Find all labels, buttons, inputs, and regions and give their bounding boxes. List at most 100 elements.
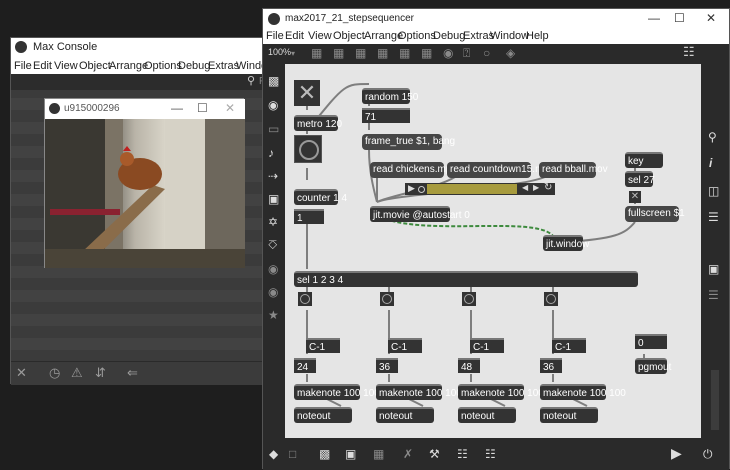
maximize-icon[interactable]: ☐ (197, 101, 208, 115)
info-icon[interactable]: i (709, 156, 712, 170)
lock-icon[interactable]: ◆ (269, 447, 278, 461)
align-icon[interactable]: ▦ (377, 46, 388, 60)
metro-object[interactable]: metro 120 (294, 115, 342, 131)
pitch-box-4[interactable]: 36 (540, 358, 562, 373)
menu-debug[interactable]: Debug (433, 30, 465, 42)
zoom-level[interactable]: 100% (268, 47, 291, 57)
target-icon[interactable]: ◉ (268, 98, 278, 112)
console-titlebar[interactable]: Max Console (11, 38, 273, 58)
menu-options[interactable]: Options (398, 30, 436, 42)
presentation-icon[interactable]: ▦ (333, 46, 344, 60)
edit-icon[interactable]: □ (289, 447, 296, 461)
counter-object[interactable]: counter 1 4 (294, 189, 347, 205)
star-icon[interactable]: ★ (268, 308, 279, 322)
pitch-box-3[interactable]: 48 (458, 358, 480, 373)
comment-icon[interactable]: ▩ (319, 447, 330, 461)
menu-object[interactable]: Object (333, 30, 365, 42)
grid-toggle-icon[interactable]: ▦ (373, 447, 384, 461)
console-menu-debug[interactable]: Debug (178, 60, 210, 72)
console-menu-arrange[interactable]: Arrange (109, 60, 148, 72)
cube-icon[interactable]: ▩ (268, 74, 279, 88)
loop-icon[interactable]: ↻ (544, 182, 552, 193)
lock-toolbar-icon[interactable]: ▦ (311, 46, 322, 60)
step-bang-3[interactable] (462, 292, 476, 306)
patch-cord-icon[interactable]: ✗ (403, 447, 413, 461)
console-menu-object[interactable]: Object (79, 60, 111, 72)
sort-icon[interactable]: ⇵ (95, 365, 106, 381)
frame-icon[interactable]: ▭ (268, 122, 279, 136)
pitch-box-1[interactable]: 24 (294, 358, 316, 373)
key-object[interactable]: key (625, 152, 663, 168)
noteout-object-4[interactable]: noteout (540, 407, 598, 423)
noteout-object-3[interactable]: noteout (458, 407, 516, 423)
snap-icon[interactable]: ○ (483, 46, 490, 60)
step-bang-2[interactable] (380, 292, 394, 306)
play-icon[interactable]: ▶ (408, 183, 415, 194)
probe-icon[interactable]: ⍰ (463, 46, 470, 60)
close-icon[interactable]: ✕ (225, 101, 235, 115)
read-countdown-message[interactable]: read countdown15.mov (447, 162, 554, 178)
step-icon[interactable]: ⇢ (268, 169, 278, 183)
search-icon[interactable]: ⚲ (708, 130, 717, 144)
close-icon[interactable]: ✕ (706, 11, 716, 25)
console-menu-edit[interactable]: Edit (33, 60, 52, 72)
bang-button[interactable] (294, 135, 322, 163)
pitch-box-2[interactable]: 36 (376, 358, 398, 373)
step-forward-icon[interactable]: ▶ (533, 183, 539, 192)
book-icon[interactable]: ◫ (708, 184, 719, 198)
plug-icon[interactable]: ⎏ (268, 238, 277, 252)
menu-file[interactable]: File (266, 30, 284, 42)
audio-play-icon[interactable]: ▶ (671, 446, 682, 460)
minimize-icon[interactable]: — (171, 101, 183, 115)
pgmout-object[interactable]: pgmout (635, 358, 671, 374)
menu-edit[interactable]: Edit (285, 30, 304, 42)
toggle-metro[interactable]: ✕ (294, 80, 320, 106)
fullscreen-message[interactable]: fullscreen $1 (625, 206, 685, 222)
note-box-3[interactable]: C-1 (470, 338, 504, 353)
piano-icon[interactable]: ☷ (457, 447, 468, 461)
back-arrow-icon[interactable]: ⇐ (127, 365, 138, 381)
maximize-icon[interactable]: ☐ (674, 11, 685, 25)
makenote-object-1[interactable]: makenote 100 100 (294, 384, 380, 400)
windows-icon[interactable]: ▣ (345, 447, 356, 461)
read-bball-message[interactable]: read bball.mov (539, 162, 608, 178)
noteout-object-2[interactable]: noteout (376, 407, 434, 423)
layer-icon[interactable]: ▦ (399, 46, 410, 60)
number-box-1[interactable]: 1 (294, 209, 324, 224)
search-icon[interactable]: ⚲ (247, 74, 255, 87)
paperclip-icon[interactable]: ✡ (268, 215, 278, 229)
step-bang-1[interactable] (298, 292, 312, 306)
grid-icon[interactable]: ▦ (355, 46, 366, 60)
camera-icon[interactable]: ▣ (708, 262, 719, 276)
makenote-object-4[interactable]: makenote 100 100 (540, 384, 626, 400)
step-bang-4[interactable] (544, 292, 558, 306)
patcher-canvas[interactable]: ✕ metro 120 random 150 71 frame_true $1,… (285, 64, 701, 438)
menu-help[interactable]: Help (526, 30, 549, 42)
info-circle-icon[interactable]: ◉ (268, 262, 278, 276)
note-box-2[interactable]: C-1 (388, 338, 422, 353)
warning-icon[interactable]: ⚠ (71, 365, 83, 381)
console-menu-view[interactable]: View (54, 60, 78, 72)
sel-1234-object[interactable]: sel 1 2 3 4 (294, 271, 638, 287)
playhead-icon[interactable] (418, 186, 425, 193)
picture-icon[interactable]: ▣ (268, 192, 279, 206)
mixer-board-icon[interactable]: ☷ (485, 447, 496, 461)
jit-window-object[interactable]: jit.window (543, 235, 589, 251)
playbar-controls[interactable]: ▶ ◀ ▶ ↻ (405, 182, 555, 195)
menu-view[interactable]: View (308, 30, 332, 42)
minimize-icon[interactable]: — (648, 11, 660, 25)
makenote-object-2[interactable]: makenote 100 100 (376, 384, 462, 400)
image-icon[interactable]: ▦ (421, 46, 432, 60)
mixer-icon[interactable]: ☰ (708, 288, 719, 302)
read-chickens-message[interactable]: read chickens.mp4 (370, 162, 457, 178)
jit-movie-object[interactable]: jit.movie @autostart 0 (370, 206, 470, 222)
toggle-fullscreen[interactable]: ✕ (629, 191, 641, 203)
makenote-object-3[interactable]: makenote 100 100 (458, 384, 544, 400)
program-number-box[interactable]: 0 (635, 334, 667, 349)
wrench-icon[interactable]: ⚒ (429, 447, 440, 461)
console-menu-extras[interactable]: Extras (208, 60, 239, 72)
random-object[interactable]: random 150 (362, 88, 418, 104)
video-titlebar[interactable]: u915000296 — ☐ ✕ (45, 99, 245, 119)
sel-27-object[interactable]: sel 27 (625, 171, 655, 187)
noteout-object-1[interactable]: noteout (294, 407, 352, 423)
